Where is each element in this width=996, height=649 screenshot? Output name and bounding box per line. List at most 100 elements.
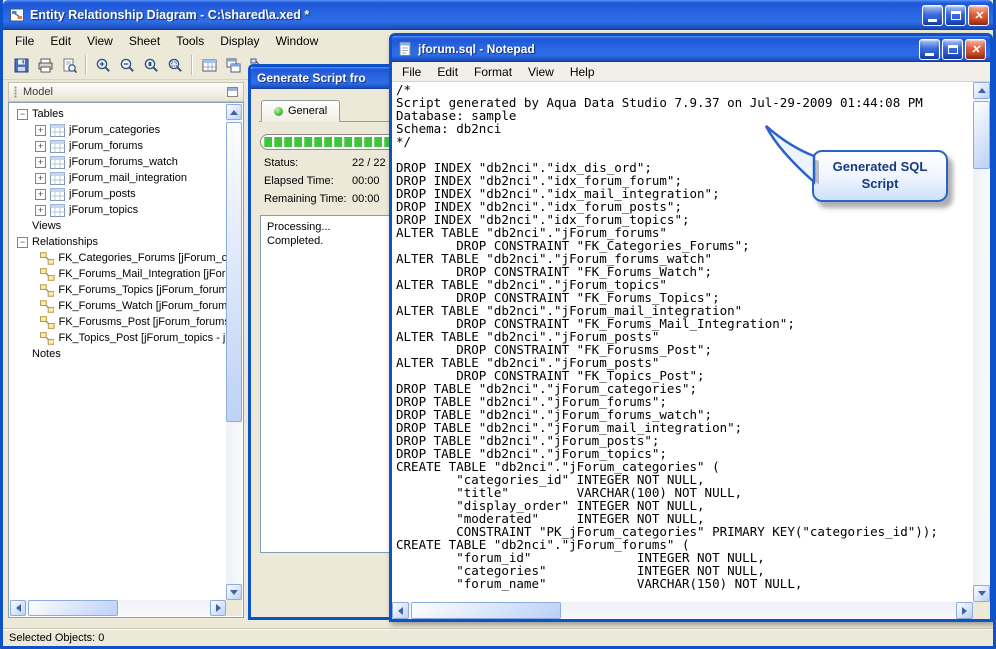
- close-button[interactable]: [965, 38, 986, 60]
- tree-item-relationship[interactable]: FK_Forums_Watch [jForum_forums: [10, 298, 226, 314]
- expand-icon[interactable]: [35, 140, 46, 152]
- expand-icon[interactable]: [35, 172, 46, 184]
- menu-view[interactable]: View: [79, 32, 121, 50]
- menu-view[interactable]: View: [520, 63, 562, 81]
- expand-icon[interactable]: [35, 156, 46, 168]
- menu-edit[interactable]: Edit: [42, 32, 79, 50]
- relationship-icon: [40, 331, 55, 345]
- tree-item-relationship[interactable]: FK_Forums_Mail_Integration [jForu: [10, 266, 226, 282]
- menu-format[interactable]: Format: [466, 63, 520, 81]
- menu-edit[interactable]: Edit: [429, 63, 466, 81]
- expand-icon[interactable]: [35, 124, 46, 136]
- status-value: 22 / 22: [352, 157, 386, 169]
- notepad-controls: [919, 38, 986, 60]
- menu-window[interactable]: Window: [268, 32, 327, 50]
- main-window-titlebar[interactable]: Entity Relationship Diagram - C:\shared\…: [3, 0, 993, 30]
- tree-item-table[interactable]: jForum_categories: [10, 122, 226, 138]
- table-icon: [50, 139, 65, 153]
- table-icon: [50, 155, 65, 169]
- float-panel-icon[interactable]: [227, 87, 238, 97]
- zoom-in-button[interactable]: [91, 53, 115, 77]
- tree-label: Relationships: [32, 236, 99, 248]
- notepad-icon: [397, 41, 413, 57]
- tree-item-table[interactable]: jForum_topics: [10, 202, 226, 218]
- scroll-left-arrow[interactable]: [10, 600, 26, 616]
- print-preview-icon: [63, 58, 77, 73]
- menu-tools[interactable]: Tools: [168, 32, 212, 50]
- model-panel: Model Tables jForum_categories jForum_fo…: [8, 82, 244, 618]
- tree-label: jForum_forums: [69, 140, 143, 152]
- windows-button[interactable]: [221, 53, 245, 77]
- tree-label: FK_Forusms_Post [jForum_forums: [58, 316, 226, 328]
- save-button[interactable]: [9, 53, 33, 77]
- collapse-icon[interactable]: [17, 236, 28, 248]
- model-horizontal-scrollbar[interactable]: [10, 600, 226, 616]
- scroll-thumb[interactable]: [411, 602, 561, 619]
- desktop: Entity Relationship Diagram - C:\shared\…: [0, 0, 996, 649]
- scroll-thumb[interactable]: [28, 600, 118, 616]
- scroll-down-arrow[interactable]: [226, 584, 242, 600]
- model-tree: Tables jForum_categories jForum_forums j…: [10, 106, 226, 600]
- notepad-horizontal-scrollbar[interactable]: [392, 602, 973, 619]
- resize-grip[interactable]: [973, 602, 990, 619]
- print-preview-button[interactable]: [57, 53, 81, 77]
- minimize-button[interactable]: [919, 38, 940, 60]
- menu-sheet[interactable]: Sheet: [121, 32, 168, 50]
- relationship-icon: [40, 267, 55, 281]
- tree-item-relationship[interactable]: FK_Categories_Forums [jForum_ca: [10, 250, 226, 266]
- tree-item-relationship[interactable]: FK_Forums_Topics [jForum_forums: [10, 282, 226, 298]
- scroll-up-arrow[interactable]: [973, 82, 990, 99]
- tree-item-table[interactable]: jForum_forums_watch: [10, 154, 226, 170]
- notepad-titlebar[interactable]: jforum.sql - Notepad: [392, 36, 990, 62]
- selected-objects-status: Selected Objects: 0: [9, 632, 105, 644]
- menu-file[interactable]: File: [394, 63, 429, 81]
- zoom-actual-button[interactable]: [139, 53, 163, 77]
- table-icon: [50, 187, 65, 201]
- green-status-icon: [274, 106, 283, 116]
- minimize-button[interactable]: [922, 4, 943, 26]
- collapse-icon[interactable]: [17, 108, 28, 120]
- tree-item-tables[interactable]: Tables: [10, 106, 226, 122]
- table-grid-button[interactable]: [197, 53, 221, 77]
- expand-icon[interactable]: [35, 204, 46, 216]
- tree-item-views[interactable]: Views: [10, 218, 226, 234]
- expand-icon[interactable]: [35, 188, 46, 200]
- status-bar: Selected Objects: 0: [3, 629, 993, 646]
- scroll-thumb[interactable]: [973, 101, 990, 169]
- toolbar-separator: [191, 55, 193, 75]
- model-tree-container: Tables jForum_categories jForum_forums j…: [8, 102, 244, 618]
- tree-item-table[interactable]: jForum_mail_integration: [10, 170, 226, 186]
- scroll-left-arrow[interactable]: [392, 602, 409, 619]
- model-vertical-scrollbar[interactable]: [226, 104, 242, 600]
- zoom-fit-button[interactable]: [163, 53, 187, 77]
- windows-icon: [226, 58, 240, 72]
- tree-item-relationship[interactable]: FK_Topics_Post [jForum_topics - jF: [10, 330, 226, 346]
- toolbar-separator: [85, 55, 87, 75]
- scroll-right-arrow[interactable]: [210, 600, 226, 616]
- scroll-up-arrow[interactable]: [226, 104, 242, 120]
- tree-label: Tables: [32, 108, 64, 120]
- tree-label: jForum_topics: [69, 204, 139, 216]
- tree-item-relationship[interactable]: FK_Forusms_Post [jForum_forums: [10, 314, 226, 330]
- notepad-vertical-scrollbar[interactable]: [973, 82, 990, 602]
- callout-text: Generated SQL Script: [832, 159, 928, 191]
- zoom-out-button[interactable]: [115, 53, 139, 77]
- menu-display[interactable]: Display: [212, 32, 267, 50]
- scroll-down-arrow[interactable]: [973, 585, 990, 602]
- menu-help[interactable]: Help: [562, 63, 603, 81]
- tree-item-table[interactable]: jForum_posts: [10, 186, 226, 202]
- scroll-thumb[interactable]: [226, 122, 242, 422]
- tree-item-notes[interactable]: Notes: [10, 346, 226, 362]
- menu-file[interactable]: File: [7, 32, 42, 50]
- tree-item-table[interactable]: jForum_forums: [10, 138, 226, 154]
- tab-general[interactable]: General: [261, 100, 341, 122]
- notepad-title: jforum.sql - Notepad: [418, 42, 535, 56]
- maximize-button[interactable]: [942, 38, 963, 60]
- scroll-right-arrow[interactable]: [956, 602, 973, 619]
- maximize-button[interactable]: [945, 4, 966, 26]
- model-panel-header[interactable]: Model: [8, 82, 244, 102]
- tree-item-relationships[interactable]: Relationships: [10, 234, 226, 250]
- close-button[interactable]: [968, 4, 989, 26]
- notepad-menubar: File Edit Format View Help: [392, 62, 990, 82]
- print-button[interactable]: [33, 53, 57, 77]
